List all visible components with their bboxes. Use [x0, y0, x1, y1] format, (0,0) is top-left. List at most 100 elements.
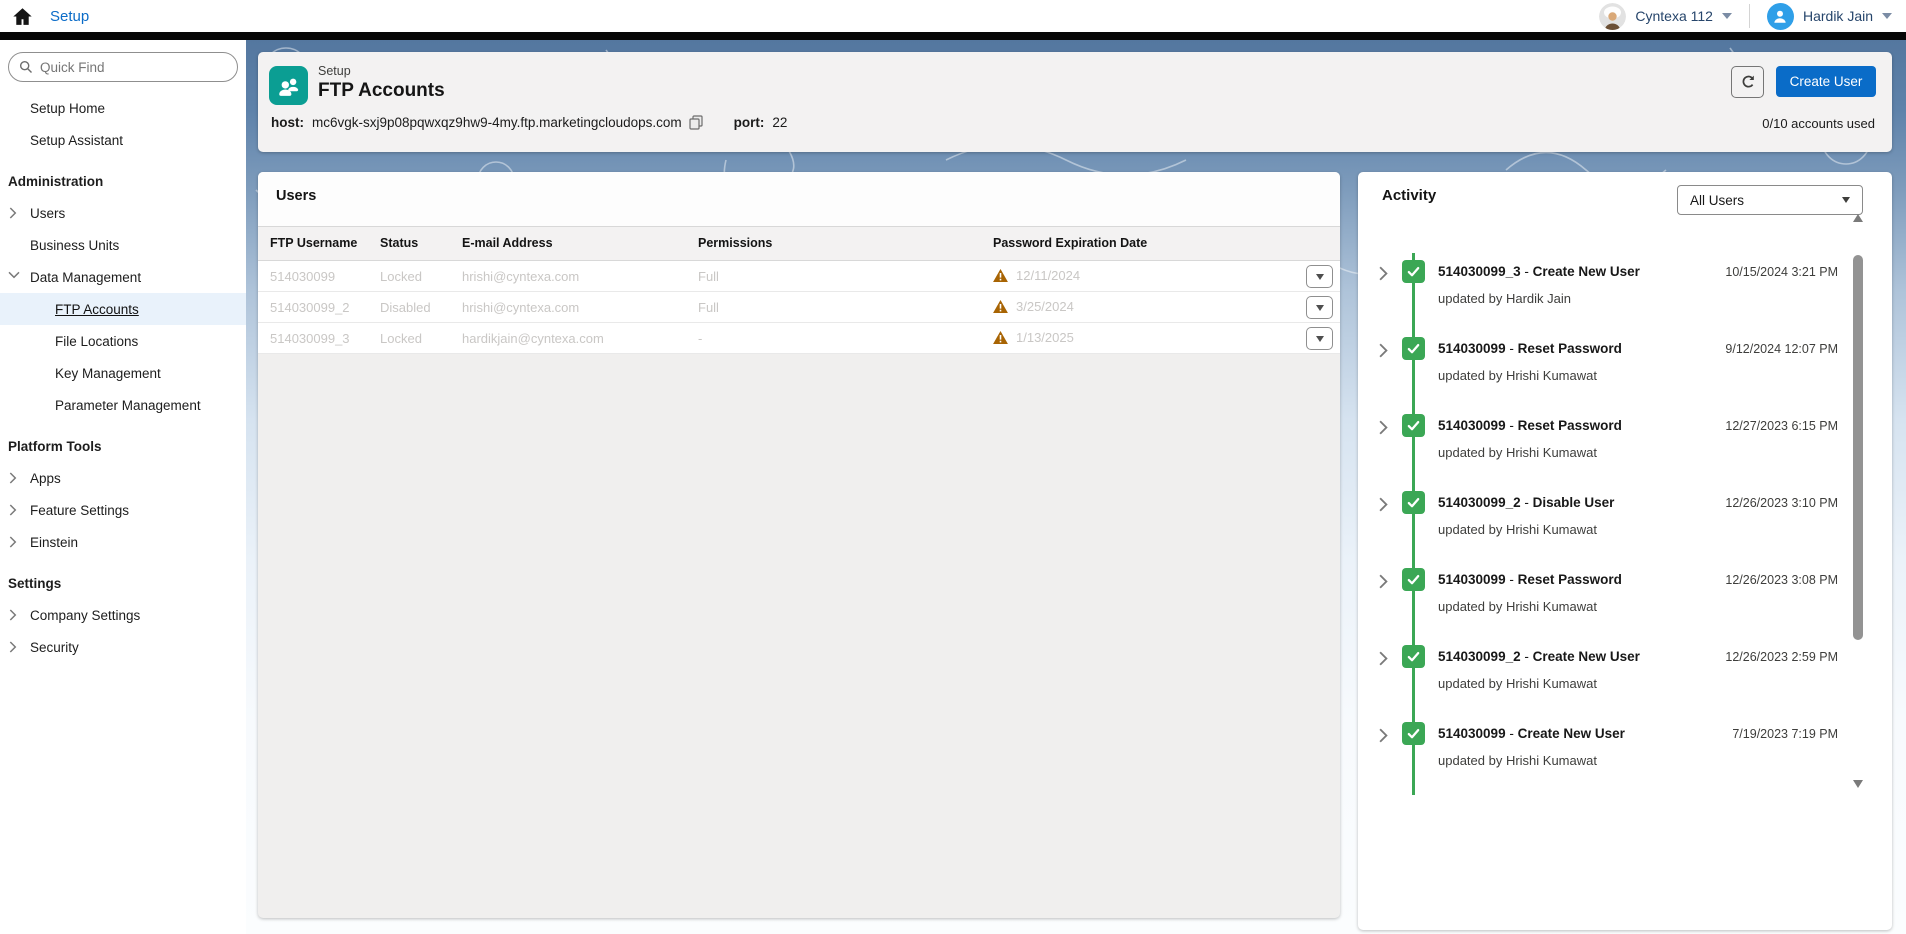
chevron-right-icon[interactable]: [9, 641, 20, 652]
copy-icon[interactable]: [689, 115, 703, 130]
row-actions-dropdown-button[interactable]: [1306, 296, 1333, 319]
expand-chevron-icon[interactable]: [1378, 651, 1389, 664]
refresh-icon: [1740, 74, 1756, 90]
sidebar-item-feature-settings[interactable]: Feature Settings: [0, 494, 246, 526]
success-check-icon: [1402, 491, 1425, 514]
app-title-setup[interactable]: Setup: [50, 8, 89, 25]
sidebar-item-users[interactable]: Users: [0, 197, 246, 229]
activity-item: 514030099_2 - Create New Userupdated by …: [1358, 644, 1892, 700]
org-switcher[interactable]: Cyntexa 112: [1635, 8, 1713, 24]
sidebar-item-label: Parameter Management: [0, 398, 201, 413]
user-caret-icon[interactable]: [1882, 13, 1892, 19]
success-check-icon: [1402, 337, 1425, 360]
activity-item-timestamp: 10/15/2024 3:21 PM: [1725, 265, 1838, 279]
sidebar-item-label: Company Settings: [0, 608, 140, 623]
search-icon: [19, 60, 33, 74]
quick-find-box[interactable]: [8, 52, 238, 82]
sidebar-item-file-locations[interactable]: File Locations: [0, 325, 246, 357]
success-check-icon: [1402, 414, 1425, 437]
cell-ftp-username: 514030099: [270, 269, 335, 284]
select-caret-icon: [1842, 197, 1850, 203]
home-icon[interactable]: [12, 6, 33, 27]
cell-ftp-username: 514030099_3: [270, 331, 350, 346]
sidebar-item-data-management[interactable]: Data Management: [0, 261, 246, 293]
activity-item-updated-by: updated by Hrishi Kumawat: [1438, 445, 1597, 460]
sidebar-item-einstein[interactable]: Einstein: [0, 526, 246, 558]
expand-chevron-icon[interactable]: [1378, 497, 1389, 510]
caret-down-icon: [1316, 274, 1324, 280]
cell-password-expiration: 3/25/2024: [993, 299, 1074, 314]
activity-item-timestamp: 12/26/2023 3:10 PM: [1725, 496, 1838, 510]
breadcrumb-setup: Setup: [318, 64, 351, 78]
activity-item-updated-by: updated by Hardik Jain: [1438, 291, 1571, 306]
activity-user-filter-select[interactable]: All Users: [1677, 185, 1863, 215]
activity-item-updated-by: updated by Hrishi Kumawat: [1438, 522, 1597, 537]
sidebar-item-key-management[interactable]: Key Management: [0, 357, 246, 389]
sidebar-item-ftp-accounts[interactable]: FTP Accounts: [0, 293, 246, 325]
sidebar-item-apps[interactable]: Apps: [0, 462, 246, 494]
expiration-date: 12/11/2024: [1016, 268, 1080, 283]
activity-item: 514030099_3 - Create New Userupdated by …: [1358, 259, 1892, 315]
expand-chevron-icon[interactable]: [1378, 266, 1389, 279]
sidebar-item-label: File Locations: [0, 334, 138, 349]
cell-status: Locked: [380, 269, 422, 284]
activity-filter-value: All Users: [1690, 193, 1744, 208]
sidebar-item-label: Business Units: [0, 238, 119, 253]
expand-chevron-icon[interactable]: [1378, 343, 1389, 356]
quick-find-input[interactable]: [40, 60, 210, 75]
success-check-icon: [1402, 645, 1425, 668]
scroll-up-icon[interactable]: [1853, 214, 1863, 222]
chevron-right-icon[interactable]: [9, 609, 20, 620]
cell-ftp-username: 514030099_2: [270, 300, 350, 315]
caret-down-icon: [1316, 336, 1324, 342]
sidebar-item-setup-home[interactable]: Setup Home: [0, 92, 246, 124]
user-avatar-icon[interactable]: [1767, 3, 1794, 30]
activity-item-timestamp: 9/12/2024 12:07 PM: [1725, 342, 1838, 356]
chevron-right-icon[interactable]: [9, 207, 20, 218]
refresh-button[interactable]: [1731, 66, 1764, 98]
sidebar-item-parameter-management[interactable]: Parameter Management: [0, 389, 246, 421]
scrollbar-thumb[interactable]: [1853, 255, 1863, 640]
activity-item-title: 514030099 - Create New User: [1438, 726, 1625, 741]
warning-icon: [993, 300, 1008, 313]
chevron-down-icon[interactable]: [9, 271, 20, 282]
create-user-button[interactable]: Create User: [1776, 66, 1876, 97]
activity-item-title: 514030099 - Reset Password: [1438, 572, 1622, 587]
expand-chevron-icon[interactable]: [1378, 420, 1389, 433]
column-header-password-expiration-date: Password Expiration Date: [993, 236, 1147, 250]
table-row: 514030099_2Disabledhrishi@cyntexa.comFul…: [258, 292, 1340, 323]
port-value: 22: [772, 115, 787, 130]
sidebar-item-label: Data Management: [0, 270, 141, 285]
activity-item: 514030099_2 - Disable Userupdated by Hri…: [1358, 490, 1892, 546]
org-caret-icon[interactable]: [1722, 13, 1732, 19]
sidebar-item-label: Platform Tools: [0, 439, 102, 454]
scroll-down-icon[interactable]: [1853, 780, 1863, 788]
activity-scrollbar[interactable]: [1850, 212, 1867, 790]
sidebar-item-label: FTP Accounts: [0, 302, 139, 317]
expand-chevron-icon[interactable]: [1378, 728, 1389, 741]
success-check-icon: [1402, 260, 1425, 283]
chevron-right-icon[interactable]: [9, 472, 20, 483]
chevron-right-icon[interactable]: [9, 504, 20, 515]
header-divider: [1749, 4, 1750, 28]
sidebar-item-security[interactable]: Security: [0, 631, 246, 663]
host-port-row: host: mc6vgk-sxj9p08pqwxqz9hw9-4my.ftp.m…: [271, 115, 787, 130]
cell-email: hrishi@cyntexa.com: [462, 300, 579, 315]
table-row: 514030099_3Lockedhardikjain@cyntexa.com-…: [258, 323, 1340, 354]
user-menu[interactable]: Hardik Jain: [1803, 8, 1873, 24]
sidebar-item-administration: Administration: [0, 165, 246, 197]
cell-email: hardikjain@cyntexa.com: [462, 331, 604, 346]
sidebar-item-company-settings[interactable]: Company Settings: [0, 599, 246, 631]
expand-chevron-icon[interactable]: [1378, 574, 1389, 587]
chevron-right-icon[interactable]: [9, 536, 20, 547]
sidebar-item-business-units[interactable]: Business Units: [0, 229, 246, 261]
einstein-avatar-icon[interactable]: [1599, 3, 1626, 30]
activity-panel-title: Activity: [1382, 187, 1436, 204]
sidebar-item-label: Key Management: [0, 366, 161, 381]
row-actions-dropdown-button[interactable]: [1306, 327, 1333, 350]
cell-permissions: Full: [698, 269, 719, 284]
row-actions-dropdown-button[interactable]: [1306, 265, 1333, 288]
activity-item-timestamp: 7/19/2023 7:19 PM: [1732, 727, 1838, 741]
column-header-e-mail-address: E-mail Address: [462, 236, 553, 250]
sidebar-item-setup-assistant[interactable]: Setup Assistant: [0, 124, 246, 156]
